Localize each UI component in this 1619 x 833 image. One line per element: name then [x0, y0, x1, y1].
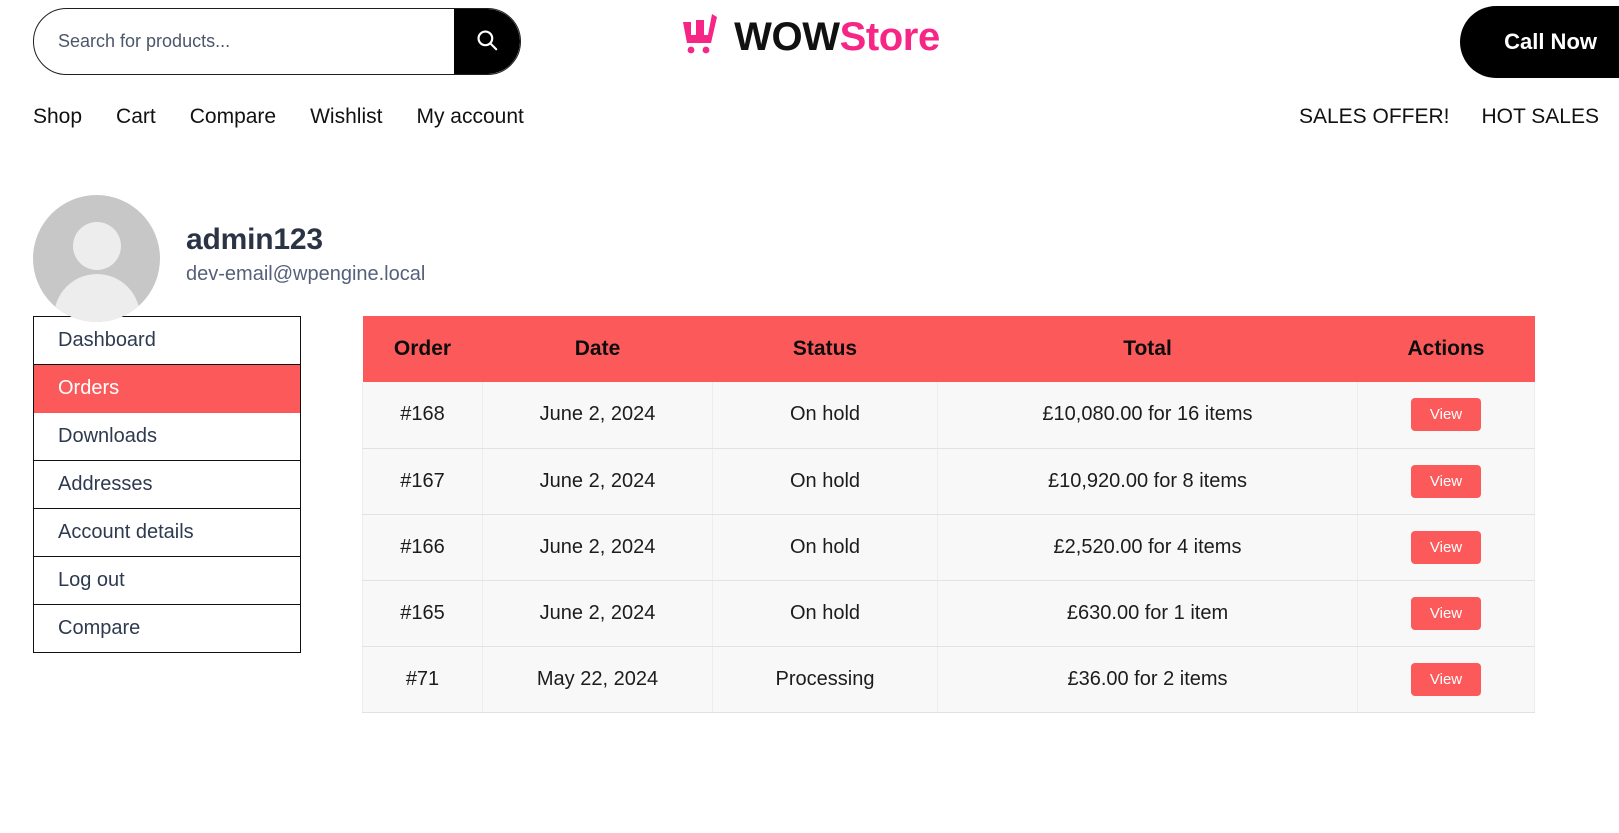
call-now-button[interactable]: Call Now	[1460, 6, 1619, 78]
cell-status: On hold	[713, 382, 938, 448]
column-header-status: Status	[713, 316, 938, 382]
cell-total: £630.00 for 1 item	[938, 580, 1358, 646]
cell-order: #167	[363, 448, 483, 514]
column-header-order: Order	[363, 316, 483, 382]
account-sidebar: Dashboard Orders Downloads Addresses Acc…	[33, 316, 301, 653]
top-bar: WOWStore Call Now	[0, 0, 1619, 88]
sidebar-item-downloads[interactable]: Downloads	[34, 413, 300, 461]
account-username: admin123	[186, 221, 425, 259]
account-details: admin123 dev-email@wpengine.local	[186, 221, 425, 296]
view-order-button[interactable]: View	[1411, 663, 1481, 696]
sidebar-item-addresses[interactable]: Addresses	[34, 461, 300, 509]
cell-actions: View	[1358, 646, 1535, 712]
cell-actions: View	[1358, 448, 1535, 514]
orders-table: Order Date Status Total Actions #168 Jun…	[362, 316, 1535, 713]
search-bar[interactable]	[33, 8, 521, 75]
table-row: #167 June 2, 2024 On hold £10,920.00 for…	[363, 448, 1535, 514]
view-order-button[interactable]: View	[1411, 531, 1481, 564]
sidebar-item-compare[interactable]: Compare	[34, 605, 300, 653]
nav-item-hot-sales[interactable]: HOT SALES	[1482, 105, 1600, 129]
nav-promo-links: SALES OFFER! HOT SALES	[1299, 105, 1599, 129]
cell-order: #168	[363, 382, 483, 448]
cell-total: £10,080.00 for 16 items	[938, 382, 1358, 448]
avatar-body-shape	[54, 274, 140, 322]
sidebar-item-log-out[interactable]: Log out	[34, 557, 300, 605]
cell-total: £10,920.00 for 8 items	[938, 448, 1358, 514]
nav-primary-links: Shop Cart Compare Wishlist My account	[33, 105, 524, 129]
logo-text-primary: WOW	[734, 15, 839, 59]
nav-item-my-account[interactable]: My account	[416, 105, 523, 129]
nav-item-wishlist[interactable]: Wishlist	[310, 105, 382, 129]
nav-item-cart[interactable]: Cart	[116, 105, 156, 129]
account-header: admin123 dev-email@wpengine.local	[0, 146, 1619, 316]
avatar	[33, 195, 160, 322]
sidebar-item-orders[interactable]: Orders	[34, 365, 300, 413]
view-order-button[interactable]: View	[1411, 398, 1481, 431]
cell-date: June 2, 2024	[483, 448, 713, 514]
view-order-button[interactable]: View	[1411, 465, 1481, 498]
cell-date: May 22, 2024	[483, 646, 713, 712]
cell-date: June 2, 2024	[483, 382, 713, 448]
sidebar-item-account-details[interactable]: Account details	[34, 509, 300, 557]
table-header-row: Order Date Status Total Actions	[363, 316, 1535, 382]
table-row: #165 June 2, 2024 On hold £630.00 for 1 …	[363, 580, 1535, 646]
orders-table-body: #168 June 2, 2024 On hold £10,080.00 for…	[363, 382, 1535, 712]
cell-order: #71	[363, 646, 483, 712]
logo-text-accent: Store	[840, 15, 940, 59]
search-icon	[474, 27, 500, 56]
cell-order: #165	[363, 580, 483, 646]
column-header-date: Date	[483, 316, 713, 382]
cell-actions: View	[1358, 382, 1535, 448]
column-header-actions: Actions	[1358, 316, 1535, 382]
nav-item-compare[interactable]: Compare	[190, 105, 276, 129]
cell-actions: View	[1358, 580, 1535, 646]
table-row: #71 May 22, 2024 Processing £36.00 for 2…	[363, 646, 1535, 712]
cell-order: #166	[363, 514, 483, 580]
cell-status: On hold	[713, 514, 938, 580]
cell-date: June 2, 2024	[483, 580, 713, 646]
table-row: #168 June 2, 2024 On hold £10,080.00 for…	[363, 382, 1535, 448]
search-input[interactable]	[34, 9, 454, 74]
table-row: #166 June 2, 2024 On hold £2,520.00 for …	[363, 514, 1535, 580]
orders-table-header: Order Date Status Total Actions	[363, 316, 1535, 382]
account-content: Dashboard Orders Downloads Addresses Acc…	[0, 316, 1619, 713]
cell-status: On hold	[713, 580, 938, 646]
cell-actions: View	[1358, 514, 1535, 580]
cell-status: On hold	[713, 448, 938, 514]
cell-status: Processing	[713, 646, 938, 712]
sidebar-item-dashboard[interactable]: Dashboard	[34, 317, 300, 365]
search-submit-button[interactable]	[454, 9, 520, 74]
nav-item-shop[interactable]: Shop	[33, 105, 82, 129]
column-header-total: Total	[938, 316, 1358, 382]
cell-date: June 2, 2024	[483, 514, 713, 580]
shopping-cart-icon	[679, 12, 721, 61]
cell-total: £2,520.00 for 4 items	[938, 514, 1358, 580]
user-avatar-placeholder-icon	[73, 222, 121, 270]
nav-item-sales-offer[interactable]: SALES OFFER!	[1299, 105, 1450, 129]
cell-total: £36.00 for 2 items	[938, 646, 1358, 712]
view-order-button[interactable]: View	[1411, 597, 1481, 630]
account-email: dev-email@wpengine.local	[186, 259, 425, 290]
main-navigation: Shop Cart Compare Wishlist My account SA…	[0, 88, 1619, 146]
